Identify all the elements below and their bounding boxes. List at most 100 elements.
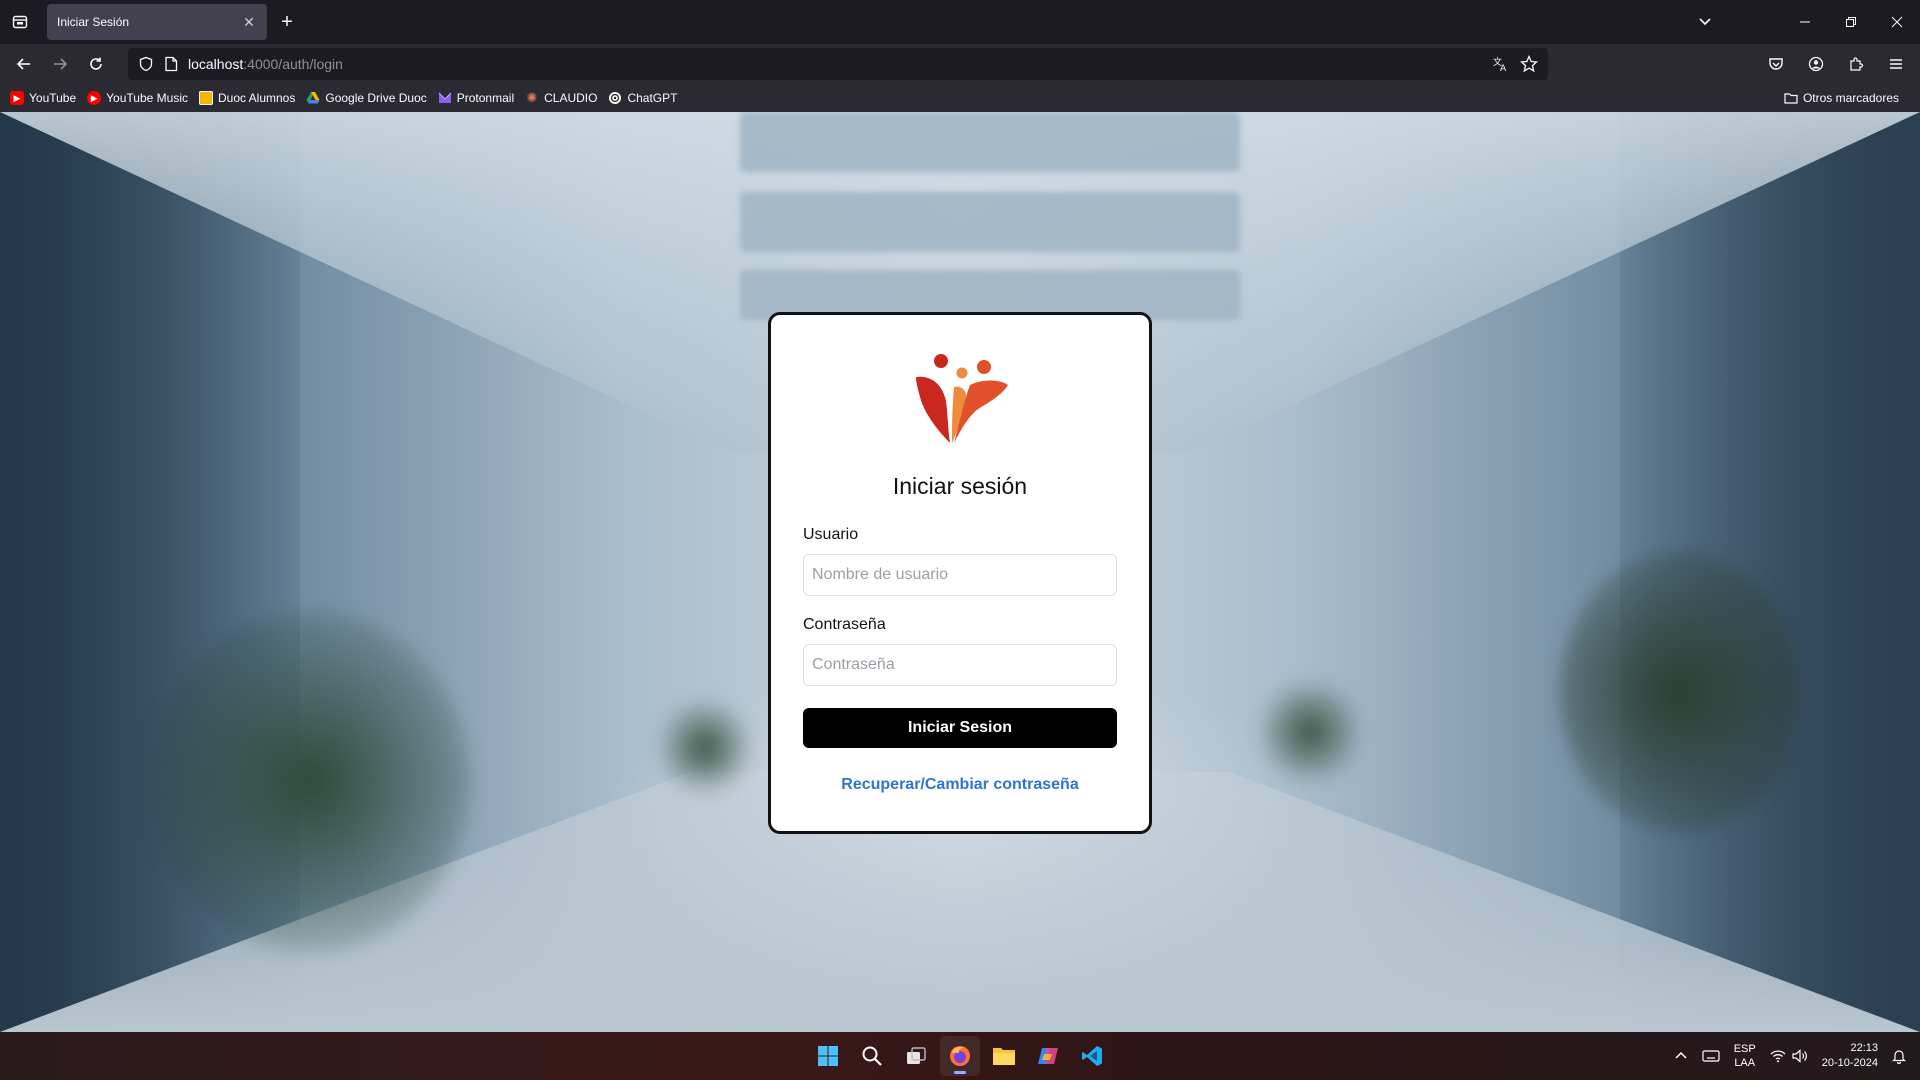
search-button[interactable]	[852, 1036, 892, 1076]
tab-bar: Iniciar Sesión ✕ +	[0, 0, 1920, 44]
bookmark-label: Duoc Alumnos	[217, 91, 296, 105]
keyboard-layout: LAA	[1734, 1057, 1756, 1069]
windows-start-icon	[818, 1046, 838, 1066]
hamburger-menu-icon	[1890, 59, 1902, 69]
active-tab[interactable]: Iniciar Sesión ✕	[47, 4, 267, 40]
firefox-taskbar-button[interactable]	[940, 1036, 980, 1076]
background-plant	[660, 692, 750, 802]
password-input[interactable]	[803, 644, 1117, 686]
youtube-music-icon: ▶	[87, 91, 102, 105]
bookmark-label: CLAUDIO	[544, 91, 598, 105]
close-icon	[1891, 16, 1903, 28]
bookmarks-bar: ▶ YouTube ▶ YouTube Music Duoc Alumnos G…	[0, 84, 1920, 112]
wifi-icon	[1770, 1050, 1786, 1063]
tab-title: Iniciar Sesión	[57, 15, 130, 29]
arrow-left-icon	[16, 58, 30, 70]
bookmark-star-icon[interactable]	[1520, 55, 1538, 73]
system-tray: ESP LAA 22:13 20-10-2024	[1674, 1032, 1906, 1080]
vscode-button[interactable]	[1072, 1036, 1112, 1076]
username-input[interactable]	[803, 554, 1117, 596]
clock-date: 20-10-2024	[1821, 1057, 1878, 1069]
chatgpt-icon	[609, 92, 622, 104]
bookmark-chatgpt[interactable]: ChatGPT	[608, 91, 677, 105]
background-sign	[740, 112, 1240, 172]
folder-icon	[993, 1048, 1015, 1065]
bookmark-label: Protonmail	[456, 91, 515, 105]
page-title: Iniciar sesión	[892, 473, 1028, 499]
account-icon	[1808, 56, 1824, 72]
shield-icon[interactable]	[138, 56, 154, 72]
task-view-button[interactable]	[896, 1036, 936, 1076]
taskbar-apps	[808, 1036, 1112, 1076]
folder-icon	[1784, 93, 1798, 104]
protonmail-icon	[438, 92, 452, 103]
claude-icon: ✺	[526, 90, 538, 105]
pocket-button[interactable]	[1758, 48, 1794, 80]
google-drive-icon	[306, 92, 320, 104]
youtube-icon: ▶	[10, 91, 24, 105]
extensions-button[interactable]	[1838, 48, 1874, 80]
firefox-view-icon	[12, 15, 28, 29]
vscode-icon	[1082, 1046, 1102, 1066]
translate-icon[interactable]: 文A	[1492, 55, 1510, 73]
account-button[interactable]	[1798, 48, 1834, 80]
recover-password-link[interactable]: Recuperar/Cambiar contraseña	[803, 776, 1117, 794]
list-all-tabs-button[interactable]	[1682, 0, 1728, 44]
url-path: :4000/auth/login	[243, 56, 343, 72]
notification-bell-icon[interactable]	[1892, 1048, 1906, 1064]
bookmark-label: YouTube	[29, 91, 77, 105]
minimize-button[interactable]	[1782, 0, 1828, 44]
back-button[interactable]	[6, 48, 42, 80]
app-menu-button[interactable]	[1878, 48, 1914, 80]
windows-taskbar: ESP LAA 22:13 20-10-2024	[0, 1032, 1920, 1080]
password-label: Contraseña	[803, 616, 886, 633]
search-icon	[862, 1046, 882, 1066]
app-logo-icon	[916, 354, 1008, 443]
background-plant	[1260, 672, 1360, 792]
navigation-bar: localhost:4000/auth/login 文A	[0, 44, 1920, 84]
close-tab-icon[interactable]: ✕	[241, 14, 257, 30]
volume-icon	[1792, 1049, 1807, 1063]
url-actions: 文A	[1492, 55, 1538, 73]
chevron-up-icon[interactable]	[1674, 1049, 1688, 1063]
login-card: Iniciar sesión Usuario Contraseña Inicia…	[768, 312, 1152, 834]
toolbar-right	[1758, 48, 1914, 80]
address-bar[interactable]: localhost:4000/auth/login 文A	[128, 48, 1548, 80]
login-button[interactable]: Iniciar Sesion	[803, 708, 1117, 748]
forward-button[interactable]	[42, 48, 78, 80]
background-plant	[1560, 552, 1800, 832]
new-tab-button[interactable]: +	[267, 2, 307, 42]
page-icon[interactable]	[164, 56, 178, 72]
keyboard-icon[interactable]	[1702, 1049, 1720, 1063]
reload-button[interactable]	[78, 48, 114, 80]
file-explorer-button[interactable]	[984, 1036, 1024, 1076]
copilot-button[interactable]	[1028, 1036, 1068, 1076]
restore-button[interactable]	[1828, 0, 1874, 44]
firefox-icon	[950, 1046, 970, 1066]
bookmark-protonmail[interactable]: Protonmail	[438, 91, 514, 105]
start-button[interactable]	[808, 1036, 848, 1076]
bookmark-youtube-music[interactable]: ▶ YouTube Music	[87, 91, 188, 105]
task-view-icon	[907, 1047, 926, 1064]
copilot-icon	[1038, 1048, 1058, 1064]
other-bookmarks[interactable]: Otros marcadores	[1784, 91, 1899, 105]
language-code: ESP	[1733, 1043, 1756, 1055]
close-window-button[interactable]	[1874, 0, 1920, 44]
input-language[interactable]: ESP LAA	[1734, 1042, 1756, 1070]
url-host: localhost	[188, 56, 244, 72]
bookmark-claudio[interactable]: ✺ CLAUDIO	[525, 90, 598, 105]
arrow-right-icon	[54, 58, 68, 70]
restore-icon	[1846, 17, 1856, 27]
username-label: Usuario	[803, 526, 859, 543]
minimize-icon	[1800, 21, 1810, 23]
bookmark-label: Google Drive Duoc	[325, 91, 427, 105]
firefox-view-button[interactable]	[0, 0, 40, 44]
clock[interactable]: 22:13 20-10-2024	[1822, 1041, 1878, 1071]
bookmark-google-drive-duoc[interactable]: Google Drive Duoc	[306, 91, 427, 105]
network-volume-group[interactable]	[1770, 1049, 1808, 1063]
clock-time: 22:13	[1850, 1042, 1878, 1054]
bookmark-youtube[interactable]: ▶ YouTube	[10, 91, 76, 105]
puzzle-icon	[1850, 57, 1864, 71]
bookmark-duoc-alumnos[interactable]: Duoc Alumnos	[198, 91, 296, 105]
svg-text:A: A	[1500, 64, 1507, 73]
